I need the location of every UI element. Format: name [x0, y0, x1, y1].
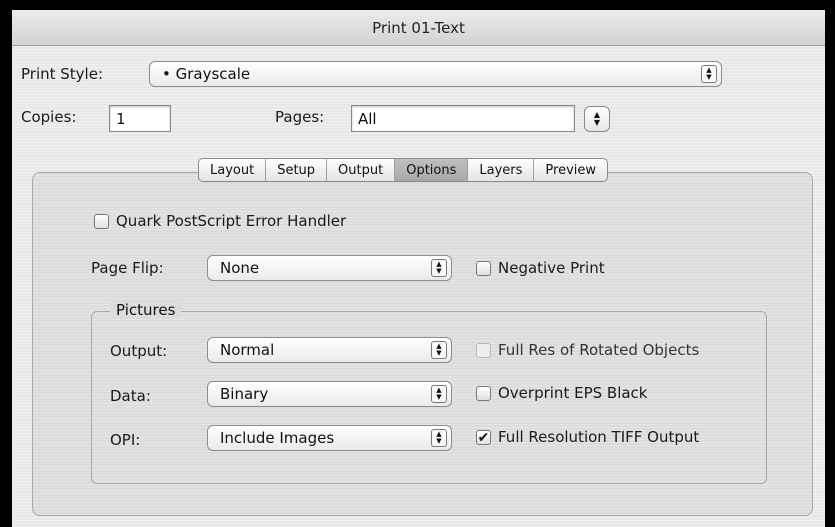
negative-print-label: Negative Print — [498, 259, 605, 277]
tab-label: Output — [338, 162, 384, 178]
tab-options[interactable]: Options — [395, 159, 469, 181]
tab-layout[interactable]: Layout — [199, 159, 267, 181]
page-flip-label: Page Flip: — [91, 259, 164, 277]
pages-value: All — [358, 109, 377, 128]
chevron-updown-icon: ▲ ▼ — [593, 110, 601, 127]
chevron-updown-icon: ▲ ▼ — [431, 341, 447, 359]
tab-layers[interactable]: Layers — [468, 159, 535, 181]
tab-label: Setup — [277, 162, 316, 178]
tab-label: Layout — [210, 162, 255, 178]
pictures-group-title: Pictures — [110, 301, 182, 319]
checkmark-icon: ✔ — [477, 429, 490, 446]
error-handler-label: Quark PostScript Error Handler — [116, 212, 347, 230]
tab-setup[interactable]: Setup — [266, 159, 328, 181]
tab-preview[interactable]: Preview — [534, 159, 607, 181]
full-res-tiff-label: Full Resolution TIFF Output — [498, 428, 700, 446]
print-dialog: Print 01-Text Print Style: • Grayscale ▲… — [12, 10, 825, 527]
page-flip-select[interactable]: None ▲ ▼ — [207, 255, 452, 281]
pictures-output-select[interactable]: Normal ▲ ▼ — [207, 337, 452, 363]
chevron-updown-icon: ▲ ▼ — [431, 429, 447, 447]
copies-field[interactable]: 1 — [109, 105, 171, 132]
pictures-data-label: Data: — [110, 387, 151, 405]
tab-label: Preview — [545, 162, 597, 178]
tab-output[interactable]: Output — [327, 159, 396, 181]
pages-field[interactable]: All — [351, 105, 575, 132]
chevron-updown-icon: ▲ ▼ — [701, 65, 717, 83]
tab-label: Layers — [479, 162, 523, 178]
overprint-eps-checkbox[interactable] — [476, 386, 491, 401]
pictures-data-value: Binary — [220, 385, 269, 403]
negative-print-checkbox[interactable] — [476, 261, 491, 276]
pictures-opi-value: Include Images — [220, 429, 335, 447]
title-bar[interactable]: Print 01-Text — [12, 10, 825, 46]
full-res-rotated-label: Full Res of Rotated Objects — [498, 341, 700, 359]
copies-value: 1 — [116, 109, 126, 128]
print-style-label: Print Style: — [21, 65, 104, 83]
full-res-tiff-checkbox[interactable]: ✔ — [476, 430, 491, 445]
page-flip-value: None — [220, 259, 260, 277]
pictures-data-select[interactable]: Binary ▲ ▼ — [207, 381, 452, 407]
pages-stepper-button[interactable]: ▲ ▼ — [584, 106, 610, 132]
pages-label: Pages: — [275, 108, 325, 126]
pictures-opi-label: OPI: — [110, 431, 141, 449]
print-style-value: • Grayscale — [162, 65, 251, 83]
pictures-opi-select[interactable]: Include Images ▲ ▼ — [207, 425, 452, 451]
tab-label: Options — [406, 162, 457, 178]
full-res-rotated-checkbox[interactable] — [476, 343, 491, 358]
pictures-output-value: Normal — [220, 341, 275, 359]
chevron-updown-icon: ▲ ▼ — [431, 385, 447, 403]
chevron-updown-icon: ▲ ▼ — [431, 259, 447, 277]
copies-label: Copies: — [21, 108, 77, 126]
print-style-select[interactable]: • Grayscale ▲ ▼ — [149, 61, 722, 87]
pictures-output-label: Output: — [110, 342, 168, 360]
tab-bar: Layout Setup Output Options Layers Previ… — [198, 158, 609, 182]
window-title: Print 01-Text — [372, 18, 465, 37]
error-handler-checkbox[interactable] — [94, 214, 109, 229]
overprint-eps-label: Overprint EPS Black — [498, 384, 648, 402]
